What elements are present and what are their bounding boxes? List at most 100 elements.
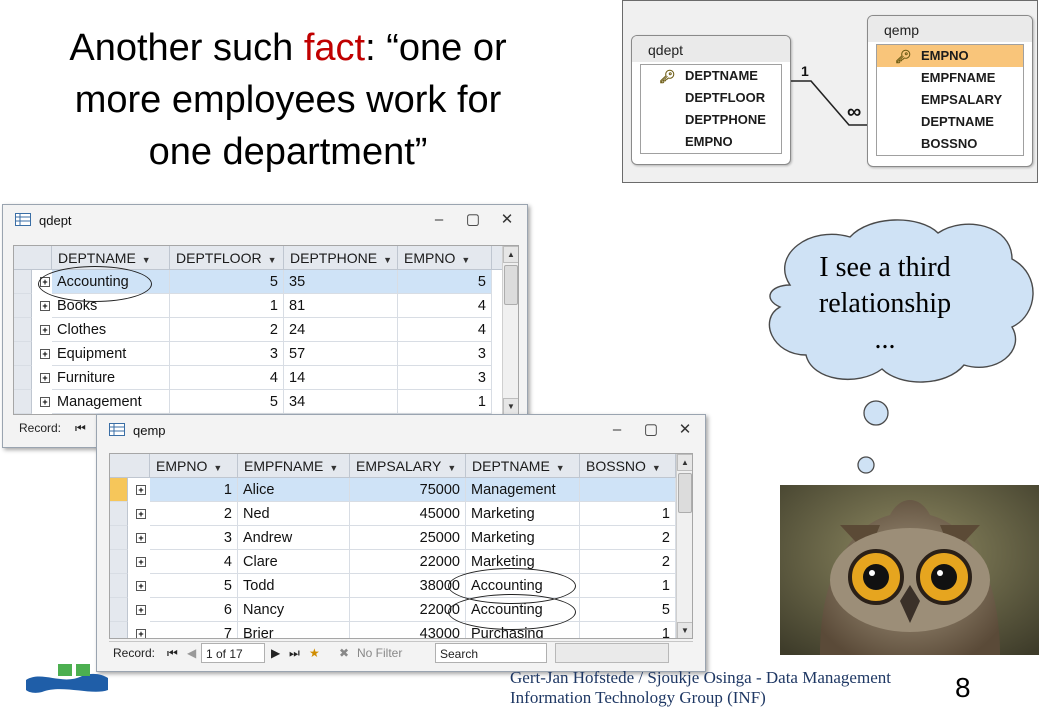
cell-empfname[interactable]: Todd [238, 574, 350, 598]
first-record-icon[interactable]: ⏮︎ [167, 643, 178, 663]
expand-icon[interactable]: + [136, 485, 146, 495]
column-header-empno[interactable]: EMPNO ▼ [150, 454, 238, 478]
expand-icon[interactable]: + [136, 605, 146, 615]
maximize-icon[interactable]: ▢ [463, 209, 483, 231]
cell-empsalary[interactable]: 75000 [350, 478, 466, 502]
qdept-window[interactable]: qdept ‒ ▢ ✕ DEPTNAME ▼ DEPTFLOOR ▼ DEPTPHO… [2, 204, 528, 448]
window-titlebar[interactable]: qdept ‒ ▢ ✕ [3, 205, 527, 235]
cell-deptphone[interactable]: 81 [284, 294, 398, 318]
row-selector[interactable] [14, 366, 32, 390]
cell-deptname[interactable]: Marketing [466, 526, 580, 550]
maximize-icon[interactable]: ▢ [641, 419, 661, 441]
expand-icon[interactable]: + [136, 557, 146, 567]
scroll-down-icon[interactable]: ▼ [503, 398, 518, 414]
expand-icon[interactable]: + [40, 325, 50, 335]
cell-deptname[interactable]: Marketing [466, 502, 580, 526]
cell-empno[interactable]: 5 [398, 270, 492, 294]
cell-bossno[interactable]: 2 [580, 526, 676, 550]
expand-icon[interactable]: + [40, 373, 50, 383]
column-header-deptname[interactable]: DEPTNAME ▼ [466, 454, 580, 478]
cell-deptname[interactable]: Clothes [52, 318, 170, 342]
cell-deptfloor[interactable]: 1 [170, 294, 284, 318]
row-selector[interactable] [110, 622, 128, 638]
minimize-icon[interactable]: ‒ [607, 419, 627, 441]
scroll-thumb[interactable] [678, 473, 692, 513]
first-record-icon[interactable]: ⏮︎ [75, 418, 86, 438]
cell-deptname[interactable]: Furniture [52, 366, 170, 390]
relationship-line[interactable] [623, 1, 1039, 184]
cell-bossno[interactable]: 1 [580, 502, 676, 526]
scroll-up-icon[interactable]: ▲ [677, 454, 692, 471]
cell-empno[interactable]: 4 [150, 550, 238, 574]
record-position-field[interactable]: 1 of 17 [201, 643, 265, 663]
cell-empno[interactable]: 4 [398, 318, 492, 342]
cell-empfname[interactable]: Brier [238, 622, 350, 638]
last-record-icon[interactable]: ⏭︎ [289, 643, 300, 663]
cell-empsalary[interactable]: 25000 [350, 526, 466, 550]
column-header-empfname[interactable]: EMPFNAME ▼ [238, 454, 350, 478]
vertical-scrollbar[interactable]: ▲ ▼ [676, 454, 692, 638]
cell-bossno[interactable] [580, 478, 676, 502]
cell-deptfloor[interactable]: 3 [170, 342, 284, 366]
row-selector[interactable] [110, 598, 128, 622]
cell-bossno[interactable]: 1 [580, 574, 676, 598]
expand-icon[interactable]: + [136, 629, 146, 638]
cell-empsalary[interactable]: 22000 [350, 550, 466, 574]
cell-empno[interactable]: 3 [150, 526, 238, 550]
qemp-grid[interactable]: EMPNO ▼ EMPFNAME ▼ EMPSALARY ▼ DEPTNAME ▼ BO… [109, 453, 693, 639]
cell-deptfloor[interactable]: 5 [170, 270, 284, 294]
search-field[interactable]: Search [435, 643, 547, 663]
cell-empno[interactable]: 2 [150, 502, 238, 526]
expand-icon[interactable]: + [136, 533, 146, 543]
current-row-selector[interactable] [110, 478, 128, 502]
cell-empno[interactable]: 4 [398, 294, 492, 318]
select-all-corner[interactable] [14, 246, 52, 270]
cell-deptname[interactable]: Equipment [52, 342, 170, 366]
row-selector[interactable] [110, 574, 128, 598]
qemp-window[interactable]: qemp ‒ ▢ ✕ EMPNO ▼ EMPFNAME ▼ EMPSALARY ▼ D… [96, 414, 706, 672]
row-selector[interactable] [14, 342, 32, 366]
cell-empno[interactable]: 1 [150, 478, 238, 502]
filter-icon[interactable]: ✖ [339, 643, 349, 663]
row-selector[interactable] [14, 318, 32, 342]
cell-deptphone[interactable]: 34 [284, 390, 398, 414]
cell-deptname[interactable]: Management [466, 478, 580, 502]
horizontal-scrollbar[interactable] [555, 643, 669, 663]
row-selector[interactable] [110, 502, 128, 526]
column-header-bossno[interactable]: BOSSNO ▼ [580, 454, 676, 478]
row-selector[interactable] [14, 294, 32, 318]
expand-icon[interactable]: + [136, 509, 146, 519]
scroll-thumb[interactable] [504, 265, 518, 305]
cell-deptname[interactable]: Management [52, 390, 170, 414]
cell-deptfloor[interactable]: 2 [170, 318, 284, 342]
cell-empsalary[interactable]: 45000 [350, 502, 466, 526]
cell-deptphone[interactable]: 35 [284, 270, 398, 294]
cell-empno[interactable]: 3 [398, 366, 492, 390]
cell-empfname[interactable]: Ned [238, 502, 350, 526]
vertical-scrollbar[interactable]: ▲ ▼ [502, 246, 518, 414]
column-header-deptphone[interactable]: DEPTPHONE ▼ [284, 246, 398, 270]
cell-empsalary[interactable]: 43000 [350, 622, 466, 638]
cell-bossno[interactable]: 2 [580, 550, 676, 574]
close-icon[interactable]: ✕ [497, 209, 517, 231]
cell-empfname[interactable]: Clare [238, 550, 350, 574]
cell-deptphone[interactable]: 57 [284, 342, 398, 366]
cell-empno[interactable]: 5 [150, 574, 238, 598]
previous-record-icon[interactable]: ◀︎ [187, 643, 196, 663]
new-record-icon[interactable]: ★ [309, 643, 320, 663]
cell-bossno[interactable]: 5 [580, 598, 676, 622]
expand-icon[interactable]: + [40, 301, 50, 311]
column-header-empno[interactable]: EMPNO ▼ [398, 246, 492, 270]
row-selector[interactable] [14, 390, 32, 414]
close-icon[interactable]: ✕ [675, 419, 695, 441]
row-selector[interactable] [14, 270, 32, 294]
expand-icon[interactable]: + [40, 397, 50, 407]
no-filter-button[interactable]: No Filter [357, 643, 402, 663]
cell-deptphone[interactable]: 24 [284, 318, 398, 342]
cell-empno[interactable]: 7 [150, 622, 238, 638]
cell-empfname[interactable]: Nancy [238, 598, 350, 622]
row-selector[interactable] [110, 526, 128, 550]
cell-empno[interactable]: 1 [398, 390, 492, 414]
next-record-icon[interactable]: ▶︎ [271, 643, 280, 663]
cell-deptphone[interactable]: 14 [284, 366, 398, 390]
